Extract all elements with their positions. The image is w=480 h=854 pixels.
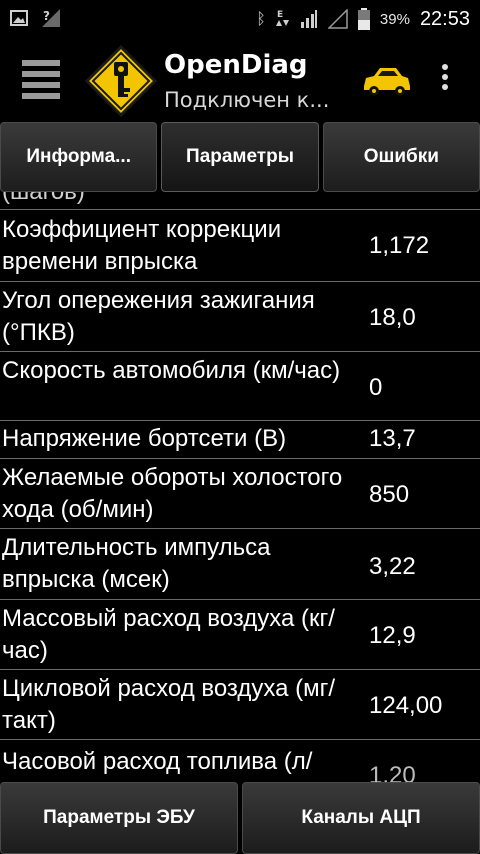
tab-information[interactable]: Информа... [0,122,158,192]
status-bar: ? ᛒ E 39% 22:53 [0,0,480,38]
car-icon[interactable] [360,62,412,98]
connection-status: Подключен к... [164,88,330,112]
data-e-icon: E [275,10,289,26]
param-value: 124,00 [369,692,443,719]
param-value: 1,172 [369,232,430,259]
param-label: Массовый расход воздуха (кг/час) [2,605,335,664]
list-item[interactable]: Часовой расход топлива (л/ 1,20 [0,740,480,782]
battery-percent: 39% [379,10,410,28]
param-value: 13,7 [369,425,416,452]
signal-question-icon: ? [42,9,60,27]
list-item[interactable]: Угол опережения зажигания (°ПКВ) 18,0 [0,282,480,352]
action-bar: OpenDiag Подключен к... [0,38,480,122]
mobile-signal-icon [327,9,348,29]
hamburger-menu-icon[interactable] [22,60,60,102]
adc-channels-button[interactable]: Каналы АЦП [242,782,480,854]
svg-text:?: ? [43,9,50,23]
param-label: Угол опережения зажигания (°ПКВ) [2,287,315,346]
param-label: Длительность импульса впрыска (мсек) [2,534,271,593]
list-item[interactable]: Массовый расход воздуха (кг/час) 12,9 [0,600,480,670]
bottom-bar: Параметры ЭБУ Каналы АЦП [0,782,480,854]
param-label: Коэффициент коррекции времени впрыска [2,216,282,275]
overflow-menu-icon[interactable] [438,64,452,98]
tab-bar: Информа... Параметры Ошибки [0,122,480,192]
list-item[interactable]: Коэффициент коррекции времени впрыска 1,… [0,210,480,282]
clock: 22:53 [419,7,470,30]
param-label: Желаемые обороты холостого хода (об/мин) [2,464,343,523]
list-item[interactable]: Скорость автомобиля (км/час) 0 [0,352,480,421]
list-item[interactable]: Цикловой расход воздуха (мг/такт) 124,00 [0,670,480,740]
wifi-icon [300,10,317,28]
app-title: OpenDiag [164,50,308,80]
param-label: Скорость автомобиля (км/час) [2,357,341,384]
image-icon [10,10,28,26]
bluetooth-icon: ᛒ [256,9,266,28]
param-value: 3,22 [369,553,416,580]
svg-text:E: E [277,10,283,20]
list-item-partial: (шагов) [0,192,480,210]
parameter-list[interactable]: (шагов) Коэффициент коррекции времени вп… [0,192,480,782]
param-label: Цикловой расход воздуха (мг/такт) [2,675,336,734]
list-item[interactable]: Напряжение бортсети (В) 13,7 [0,421,480,459]
tab-parameters[interactable]: Параметры [161,122,319,192]
ecu-params-button[interactable]: Параметры ЭБУ [0,782,238,854]
param-value: 1,20 [369,762,416,782]
tab-errors[interactable]: Ошибки [322,122,480,192]
list-item[interactable]: Желаемые обороты холостого хода (об/мин)… [0,459,480,529]
param-value: 850 [369,481,410,508]
param-label: (шагов) [2,192,352,208]
list-item[interactable]: Длительность импульса впрыска (мсек) 3,2… [0,529,480,600]
param-value: 18,0 [369,304,416,331]
param-label: Напряжение бортсети (В) [2,425,287,452]
param-value: 12,9 [369,622,416,649]
param-label: Часовой расход топлива (л/ [2,748,313,775]
app-logo-icon[interactable] [84,44,158,118]
battery-icon [357,8,370,30]
param-value: 0 [369,374,383,401]
